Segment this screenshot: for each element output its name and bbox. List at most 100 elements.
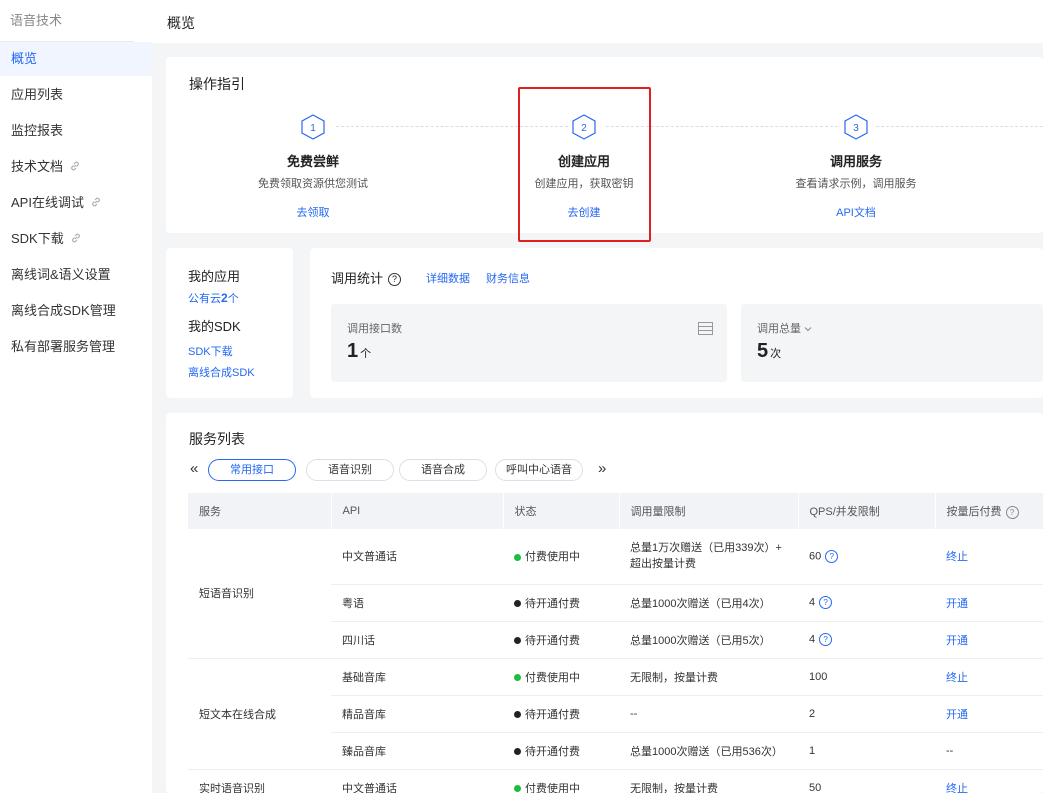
services-title: 服务列表: [189, 431, 245, 447]
help-icon[interactable]: ?: [1005, 505, 1019, 519]
sidebar-item-overview[interactable]: 概览: [0, 42, 152, 76]
sidebar-item-label: API在线调试: [11, 195, 84, 210]
step-number: 2: [581, 123, 587, 134]
col-header: 按量后付费?: [934, 493, 1043, 529]
stat-label[interactable]: 调用总量: [757, 320, 812, 336]
help-icon[interactable]: ?: [819, 633, 833, 646]
step-desc: 查看请求示例，调用服务: [795, 178, 917, 190]
limit-cell: 无限制，按量计费: [619, 658, 798, 696]
enable-button[interactable]: 开通: [946, 598, 968, 610]
status-cell: 付费使用中: [503, 529, 619, 585]
tab-common-api[interactable]: 常用接口: [208, 459, 296, 481]
table-row: 短文本在线合成 基础音库 付费使用中 无限制，按量计费 100 终止: [188, 658, 1043, 770]
help-icon[interactable]: ?: [819, 596, 833, 609]
page-title: 概览: [167, 15, 195, 31]
api-name: 中文普通话: [331, 769, 503, 793]
status-dot-icon: [514, 748, 521, 756]
offline-sdk-link[interactable]: 离线合成SDK: [188, 364, 255, 380]
sidebar-item-private-deploy[interactable]: 私有部署服务管理: [0, 330, 152, 364]
limit-cell: 总量1万次赠送（已用339次）+ 超出按量计费: [619, 529, 798, 585]
help-icon[interactable]: ?: [825, 549, 839, 563]
status-text: 待开通付费: [525, 745, 580, 758]
enable-button[interactable]: 开通: [946, 709, 968, 721]
status-text: 付费使用中: [525, 551, 580, 564]
stats-title: 调用统计?: [331, 268, 402, 287]
sidebar-item-sdk-download[interactable]: SDK下载: [0, 222, 152, 256]
create-app-link[interactable]: 去创建: [489, 204, 679, 220]
stat-unit: 个: [360, 348, 372, 360]
status-text: 付费使用中: [525, 782, 580, 793]
api-name: 粤语: [331, 584, 503, 622]
help-icon[interactable]: ?: [388, 273, 402, 287]
status-cell: 付费使用中: [503, 769, 619, 793]
status-dot-icon: [514, 785, 521, 793]
tab-finance-info[interactable]: 财务信息: [486, 270, 530, 286]
sidebar-item-offline-words[interactable]: 离线词&语义设置: [0, 258, 152, 292]
sidebar-item-offline-sdk[interactable]: 离线合成SDK管理: [0, 294, 152, 328]
tab-speech-synthesis[interactable]: 语音合成: [399, 459, 487, 481]
step-name: 调用服务: [829, 154, 882, 169]
api-name: 四川话: [331, 621, 503, 659]
status-cell: 付费使用中: [503, 658, 619, 696]
sidebar-item-label: 技术文档: [11, 159, 64, 174]
qps-cell: 4?: [798, 621, 935, 659]
step-desc: 免费领取资源供您测试: [258, 178, 368, 190]
sidebar-item-monitor[interactable]: 监控报表: [0, 114, 152, 148]
apps-suffix: 个: [227, 293, 239, 305]
status-cell: 待开通付费: [503, 584, 619, 622]
sidebar-item-label: 离线合成SDK管理: [11, 303, 116, 318]
stats-card: 调用统计? 详细数据 财务信息 调用接口数 1个 调用总量 5次: [310, 248, 1043, 398]
page-header: 概览: [152, 0, 1043, 43]
limit-cell: 总量1000次赠送（已用4次）: [619, 584, 798, 622]
guide-title: 操作指引: [189, 76, 245, 92]
qps-cell: 2: [798, 695, 935, 733]
service-name: 实时语音识别: [188, 769, 331, 793]
step-number: 3: [853, 123, 859, 134]
external-link-icon: [69, 151, 81, 185]
sidebar-item-label: 概览: [11, 51, 38, 66]
service-name: 短语音识别: [188, 529, 331, 659]
services-card: 服务列表 « 常用接口 语音识别 语音合成 呼叫中心语音 » 服务 API 状态…: [166, 413, 1043, 793]
api-name: 中文普通话: [331, 529, 503, 585]
hexagon-step-icon: 1: [301, 114, 325, 140]
enable-button[interactable]: 开通: [946, 635, 968, 647]
limit-cell: 无限制，按量计费: [619, 769, 798, 793]
table-icon[interactable]: [698, 322, 713, 335]
sidebar-item-label: 监控报表: [11, 123, 64, 138]
col-header: QPS/并发限制: [797, 493, 935, 529]
stop-button[interactable]: 终止: [946, 783, 968, 793]
api-name: 精品音库: [331, 695, 503, 733]
qps-cell: 1: [798, 732, 935, 770]
my-apps-title: 我的应用: [188, 269, 241, 284]
hexagon-step-icon: 2: [572, 114, 596, 140]
tab-call-center[interactable]: 呼叫中心语音: [495, 459, 583, 481]
status-dot-icon: [514, 637, 521, 645]
qps-value: 4: [809, 596, 816, 609]
stop-button[interactable]: 终止: [946, 551, 968, 563]
col-header: 服务: [188, 493, 331, 529]
prev-tabs-button[interactable]: «: [190, 460, 198, 477]
action-cell: 终止: [935, 529, 1043, 585]
guide-step-3: 3 调用服务 查看请求示例，调用服务 API文档: [761, 114, 951, 220]
sidebar-item-api-debug[interactable]: API在线调试: [0, 186, 152, 220]
service-name: 短文本在线合成: [188, 658, 331, 770]
status-text: 付费使用中: [525, 671, 580, 684]
claim-free-link[interactable]: 去领取: [218, 204, 408, 220]
api-name: 基础音库: [331, 658, 503, 696]
apps-count: 2: [221, 291, 228, 305]
sidebar-item-app-list[interactable]: 应用列表: [0, 78, 152, 112]
my-sdk-title: 我的SDK: [188, 319, 241, 334]
tab-speech-recognition[interactable]: 语音识别: [306, 459, 394, 481]
public-cloud-apps-link[interactable]: 公有云2个: [188, 290, 239, 306]
sdk-download-link[interactable]: SDK下载: [188, 343, 233, 359]
col-header: 调用量限制: [618, 493, 798, 529]
sidebar-item-docs[interactable]: 技术文档: [0, 150, 152, 184]
sidebar-item-label: 私有部署服务管理: [11, 339, 116, 354]
api-docs-link[interactable]: API文档: [761, 204, 951, 220]
stat-total-calls: 调用总量 5次: [741, 304, 1043, 382]
next-tabs-button[interactable]: »: [598, 460, 606, 477]
stat-value: 5次: [757, 340, 781, 363]
tab-detail-data[interactable]: 详细数据: [426, 270, 470, 286]
stats-title-text: 调用统计: [331, 271, 384, 286]
stop-button[interactable]: 终止: [946, 672, 968, 684]
